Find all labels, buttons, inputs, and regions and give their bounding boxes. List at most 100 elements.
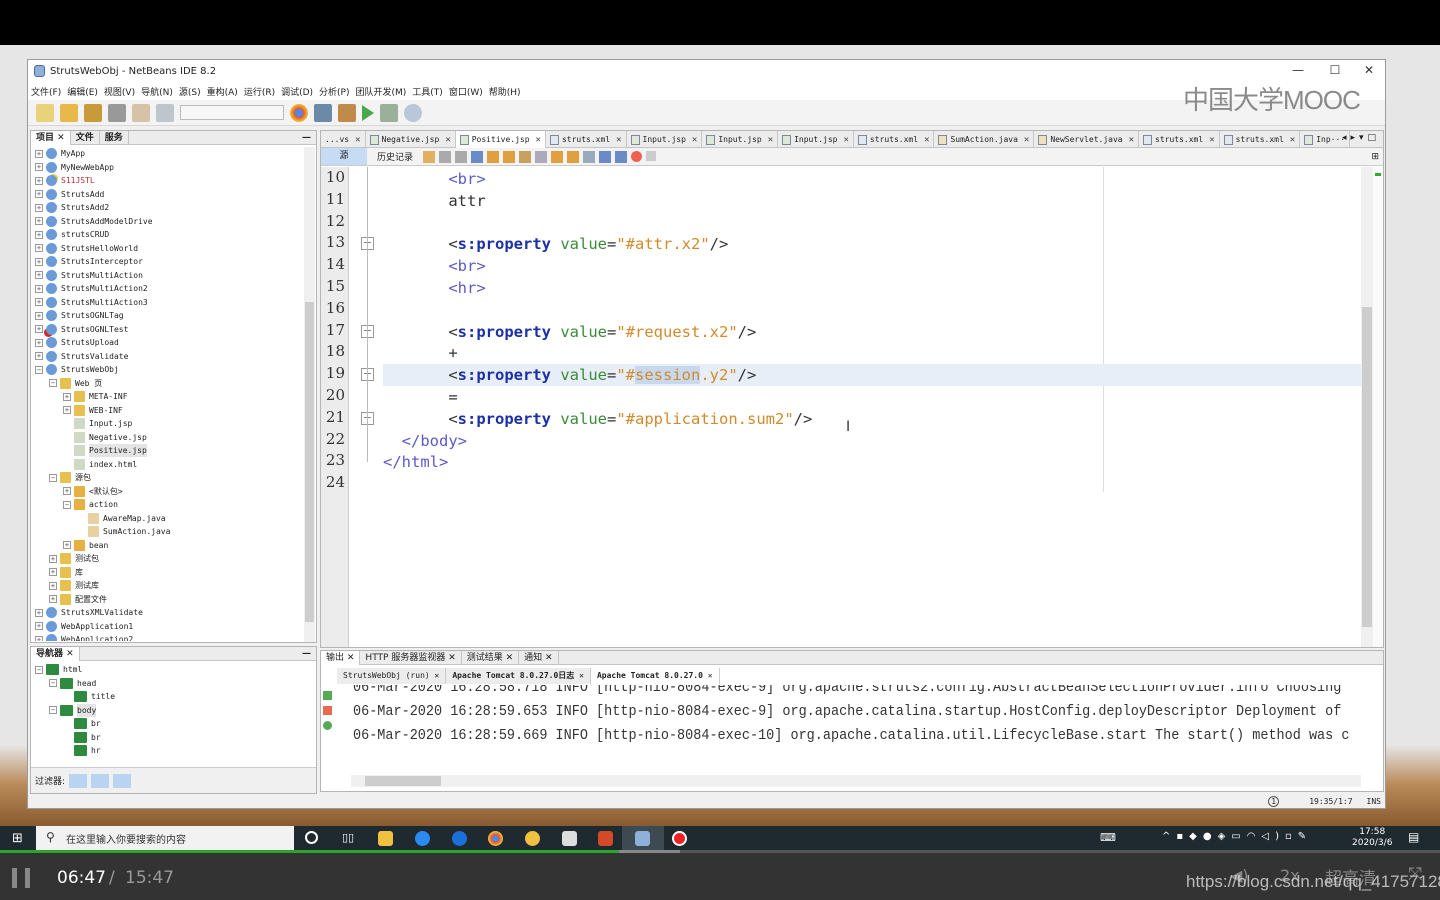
qq-browser-icon[interactable]	[415, 831, 430, 846]
tree-item[interactable]: + 库	[49, 566, 83, 579]
tab-navigation-icons[interactable]: ◂▸▾□	[1342, 133, 1380, 143]
collapse-icon[interactable]: −	[49, 473, 57, 482]
expand-icon[interactable]: +	[35, 217, 43, 225]
history-tab[interactable]: 历史记录	[367, 150, 423, 163]
tab-navigator[interactable]: 导航器 ✕	[31, 646, 80, 661]
menu-item[interactable]: 窗口(W)	[446, 85, 486, 98]
editor-tab[interactable]: Input.jsp ✕	[702, 131, 779, 148]
output-tab[interactable]: 测试结果 ✕	[462, 650, 520, 665]
close-tab-icon[interactable]: ✕	[503, 653, 514, 663]
clean-build-icon[interactable]	[338, 103, 356, 122]
tree-item[interactable]: + StrutsXMLValidate	[35, 606, 143, 619]
menu-item[interactable]: 帮助(H)	[486, 85, 524, 98]
expand-icon[interactable]: +	[35, 622, 43, 630]
undo-icon[interactable]	[132, 103, 150, 122]
menu-item[interactable]: 源(S)	[176, 85, 204, 98]
taskbar-search-box[interactable]: ⚲ 在这里输入你要搜索的内容	[36, 826, 294, 850]
output-tab[interactable]: HTTP 服务器监视器 ✕	[360, 650, 462, 665]
output-subtab[interactable]: Apache Tomcat 8.0.27.0 ✕	[590, 668, 720, 684]
collapse-icon[interactable]: −	[49, 706, 57, 714]
run-icon[interactable]	[362, 104, 374, 121]
clock[interactable]: 17:58 2020/3/6	[1352, 827, 1392, 849]
tree-item[interactable]: + MyNewWebApp	[35, 161, 114, 174]
remote-icon[interactable]	[562, 831, 577, 846]
menu-item[interactable]: 导航(N)	[138, 85, 176, 98]
close-tab-icon[interactable]: ✕	[430, 671, 440, 680]
task-view-icon[interactable]: ▯▯	[342, 831, 357, 846]
save-all-icon[interactable]	[108, 103, 126, 122]
expand-icon[interactable]: +	[35, 149, 43, 158]
close-tab-icon[interactable]: ✕	[616, 135, 621, 145]
tree-item[interactable]: + StrutsMultiAction2	[35, 282, 148, 295]
configuration-select[interactable]	[180, 105, 284, 120]
navigator-node[interactable]: − body	[49, 703, 97, 717]
editor-vertical-scrollbar[interactable]	[1361, 167, 1373, 647]
close-tab-icon[interactable]: ✕	[768, 135, 773, 145]
expand-icon[interactable]: +	[63, 541, 71, 549]
tree-item[interactable]: + StrutsAdd2	[35, 201, 109, 214]
keyboard-icon[interactable]: ⌨	[1100, 831, 1116, 844]
navigator-node[interactable]: br	[63, 731, 101, 744]
close-tab-icon[interactable]: ✕	[445, 135, 450, 145]
tree-item[interactable]: + 测试包	[49, 552, 99, 565]
minimize-button[interactable]: —	[1283, 63, 1313, 77]
minimize-navigator-button[interactable]: —	[302, 649, 311, 659]
tab-files[interactable]: 文件	[71, 130, 100, 145]
expand-icon[interactable]: +	[35, 608, 43, 617]
powerpoint-icon[interactable]	[598, 831, 613, 846]
tree-item[interactable]: + StrutsHelloWorld	[35, 242, 138, 255]
close-tab-icon[interactable]: ✕	[542, 653, 553, 663]
close-tab-icon[interactable]: ✕	[355, 135, 360, 145]
new-file-icon[interactable]	[36, 103, 54, 122]
navigator-node[interactable]: − head	[49, 677, 96, 690]
filter-button-2[interactable]	[91, 773, 110, 788]
close-tab-icon[interactable]: ✕	[703, 671, 713, 680]
tree-item[interactable]: Input.jsp	[63, 417, 132, 430]
maximize-button[interactable]: ☐	[1320, 63, 1350, 77]
menu-item[interactable]: 视图(V)	[101, 85, 138, 98]
close-tab-icon[interactable]: ✕	[344, 653, 355, 663]
tab-services[interactable]: 服务	[100, 130, 129, 145]
tree-item[interactable]: + WEB-INF	[63, 404, 123, 417]
filter-button-1[interactable]	[69, 773, 88, 788]
tree-item[interactable]: + StrutsUpload	[35, 336, 119, 349]
navigator-node[interactable]: − html	[35, 663, 82, 676]
tab-projects[interactable]: 项目 ✕	[31, 130, 71, 145]
close-tab-icon[interactable]: ✕	[445, 653, 456, 663]
editor-tab[interactable]: Input.jsp ✕	[778, 131, 854, 148]
tree-item[interactable]: Negative.jsp	[63, 431, 147, 444]
tree-item[interactable]: − Web 页	[49, 377, 102, 390]
expand-icon[interactable]: +	[35, 298, 43, 306]
expand-icon[interactable]: +	[35, 325, 43, 333]
output-subtab[interactable]: Apache Tomcat 8.0.27.0日志 ✕	[446, 668, 591, 684]
debug-icon[interactable]	[380, 103, 398, 122]
app-icon[interactable]	[525, 831, 540, 846]
tree-item[interactable]: + META-INF	[63, 390, 128, 403]
expand-icon[interactable]: +	[49, 595, 57, 603]
expand-icon[interactable]: +	[63, 392, 71, 401]
output-tab[interactable]: 通知 ✕	[519, 650, 559, 665]
expand-icon[interactable]: +	[35, 244, 43, 252]
expand-icon[interactable]: +	[63, 406, 71, 414]
action-center-icon[interactable]: ▤	[1408, 830, 1419, 844]
video-progress-track[interactable]	[0, 850, 1440, 853]
tree-item[interactable]: + StrutsOGNLTest	[35, 323, 128, 336]
tree-item[interactable]: − action	[63, 498, 118, 511]
tree-item[interactable]: + StrutsAddModelDrive	[35, 215, 153, 228]
project-tree-scrollbar[interactable]	[304, 147, 315, 642]
tree-item[interactable]: + StrutsInterceptor	[35, 255, 143, 268]
system-tray-icons[interactable]: ^▪◆●◈▭◠◁)▫✎	[1162, 831, 1312, 842]
close-tab-icon[interactable]: ✕	[1290, 135, 1295, 145]
editor-tab[interactable]: Input.jsp ✕	[627, 131, 703, 148]
redo-icon[interactable]	[156, 103, 174, 122]
tree-item[interactable]: + S11JSTL	[35, 174, 95, 187]
tree-item[interactable]: SumAction.java	[77, 525, 170, 538]
tree-item[interactable]: + MyApp	[35, 147, 85, 160]
close-tab-icon[interactable]: ✕	[536, 135, 541, 145]
expand-icon[interactable]: +	[49, 568, 57, 576]
close-tab-icon[interactable]: ✕	[1209, 135, 1214, 145]
tree-item[interactable]: + WebApplication1	[35, 620, 133, 633]
output-tab[interactable]: 输出 ✕	[321, 650, 361, 665]
navigator-node[interactable]: br	[63, 717, 101, 730]
code-editor[interactable]: 10 11 12 13 14 15 16 17 18 19 20 21 22 23 24 I <br> at…	[321, 167, 1383, 647]
